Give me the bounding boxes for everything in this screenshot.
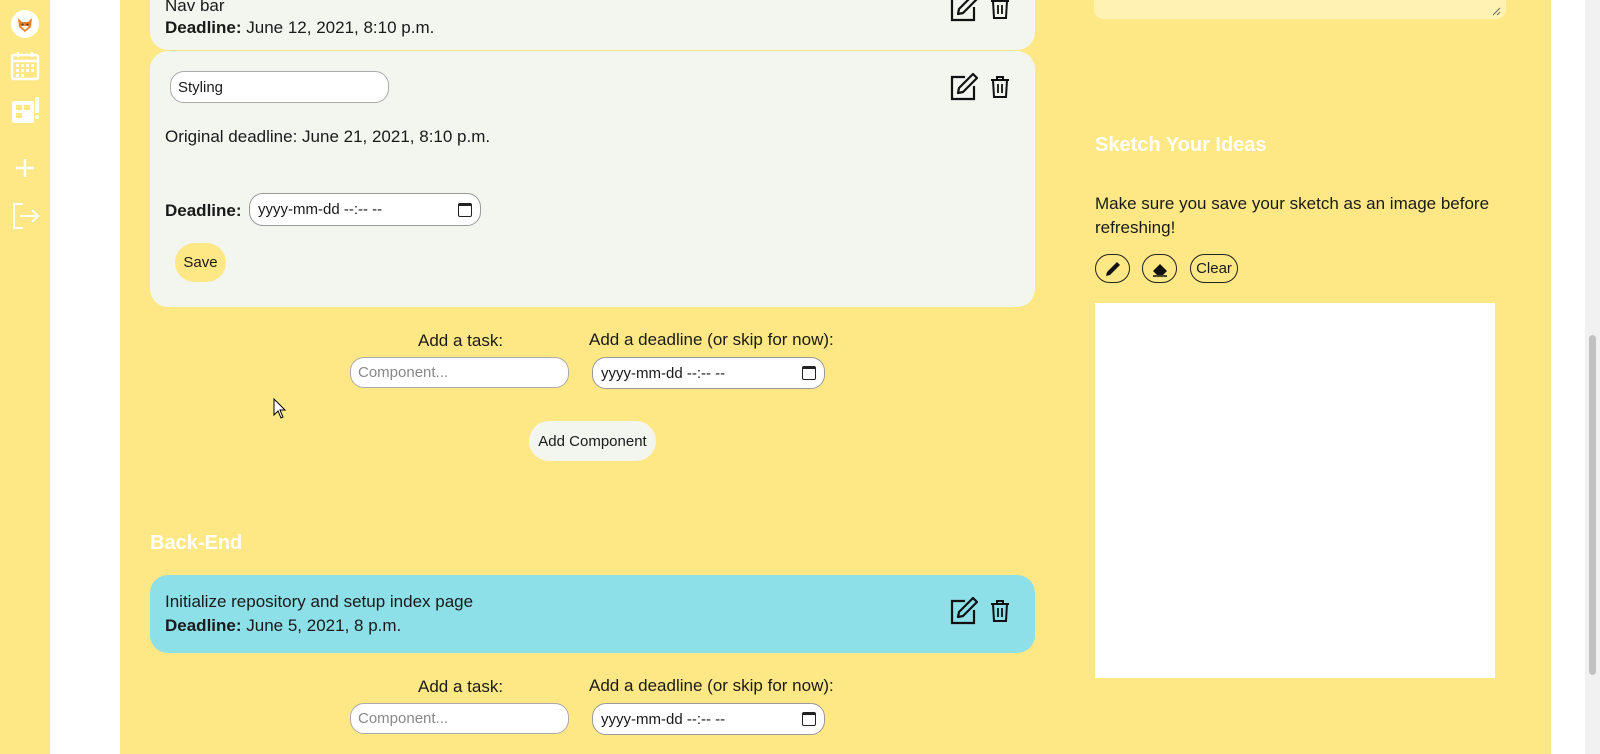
deadline-datetime-input[interactable]: yyyy-mm-dd --:-- -- [249,193,481,226]
add-deadline-label: Add a deadline (or skip for now): [589,330,834,349]
task-card-styling-edit: Styling Original deadline: June 21, 2021… [150,51,1035,307]
add-task-label: Add a task: [418,677,504,696]
save-button[interactable]: Save [175,243,226,282]
eraser-button[interactable] [1142,254,1177,283]
component-placeholder: Component... [358,710,449,727]
task-deadline: Deadline: June 5, 2021, 8 p.m. [165,614,401,637]
clear-button[interactable]: Clear [1190,254,1238,283]
trash-icon[interactable] [987,73,1013,101]
scrollbar-thumb[interactable] [1589,335,1596,675]
sidebar [0,0,50,754]
pencil-icon [1105,261,1120,276]
notes-textarea[interactable] [1094,0,1506,19]
board-icon[interactable] [9,94,41,126]
date-placeholder: yyyy-mm-dd --:-- -- [258,201,383,218]
date-placeholder: yyyy-mm-dd --:-- -- [601,710,726,728]
pencil-button[interactable] [1095,254,1130,283]
eraser-icon [1152,263,1167,277]
add-deadline-label: Add a deadline (or skip for now): [589,676,834,695]
component-deadline-input[interactable]: yyyy-mm-dd --:-- -- [592,357,825,389]
deadline-value: June 5, 2021, 8 p.m. [246,616,402,635]
component-deadline-input[interactable]: yyyy-mm-dd --:-- -- [592,703,825,735]
deadline-label: Deadline: [165,616,242,635]
component-input[interactable]: Component... [350,357,569,388]
task-name-input[interactable]: Styling [170,71,389,103]
edit-icon[interactable] [947,0,979,24]
calendar-picker-icon[interactable] [802,366,816,380]
task-title: Initialize repository and setup index pa… [165,592,474,611]
trash-icon[interactable] [987,0,1013,22]
plus-icon[interactable] [9,152,41,184]
section-title-backend: Back-End [150,532,243,554]
trash-icon[interactable] [987,597,1013,625]
add-task-label: Add a task: [418,331,504,350]
calendar-icon[interactable] [9,50,41,82]
task-title: Nav bar [165,0,225,15]
resize-handle-icon[interactable] [1491,6,1501,16]
sketch-title: Sketch Your Ideas [1095,134,1267,156]
calendar-picker-icon[interactable] [458,202,472,217]
deadline-value: June 12, 2021, 8:10 p.m. [246,18,435,37]
deadline-label: Deadline: [165,201,242,220]
component-input[interactable]: Component... [350,703,569,734]
logout-icon[interactable] [9,200,41,232]
edit-icon[interactable] [947,595,979,627]
mouse-cursor-icon [273,397,287,425]
task-deadline: Deadline: June 12, 2021, 8:10 p.m. [165,16,434,39]
scrollbar[interactable] [1585,0,1600,754]
sketch-note: Make sure you save your sketch as an ima… [1095,194,1490,237]
edit-icon[interactable] [947,71,979,103]
fox-avatar-icon[interactable] [9,8,41,40]
date-placeholder: yyyy-mm-dd --:-- -- [601,364,726,382]
deadline-label: Deadline: [165,18,242,37]
original-deadline: Original deadline: June 21, 2021, 8:10 p… [165,127,491,146]
task-card-backend: Initialize repository and setup index pa… [150,575,1035,653]
add-component-button[interactable]: Add Component [529,421,656,461]
sketch-canvas[interactable] [1095,303,1495,678]
calendar-picker-icon[interactable] [802,712,816,726]
component-placeholder: Component... [358,364,449,381]
task-card-navbar: Nav bar Deadline: June 12, 2021, 8:10 p.… [150,0,1035,50]
